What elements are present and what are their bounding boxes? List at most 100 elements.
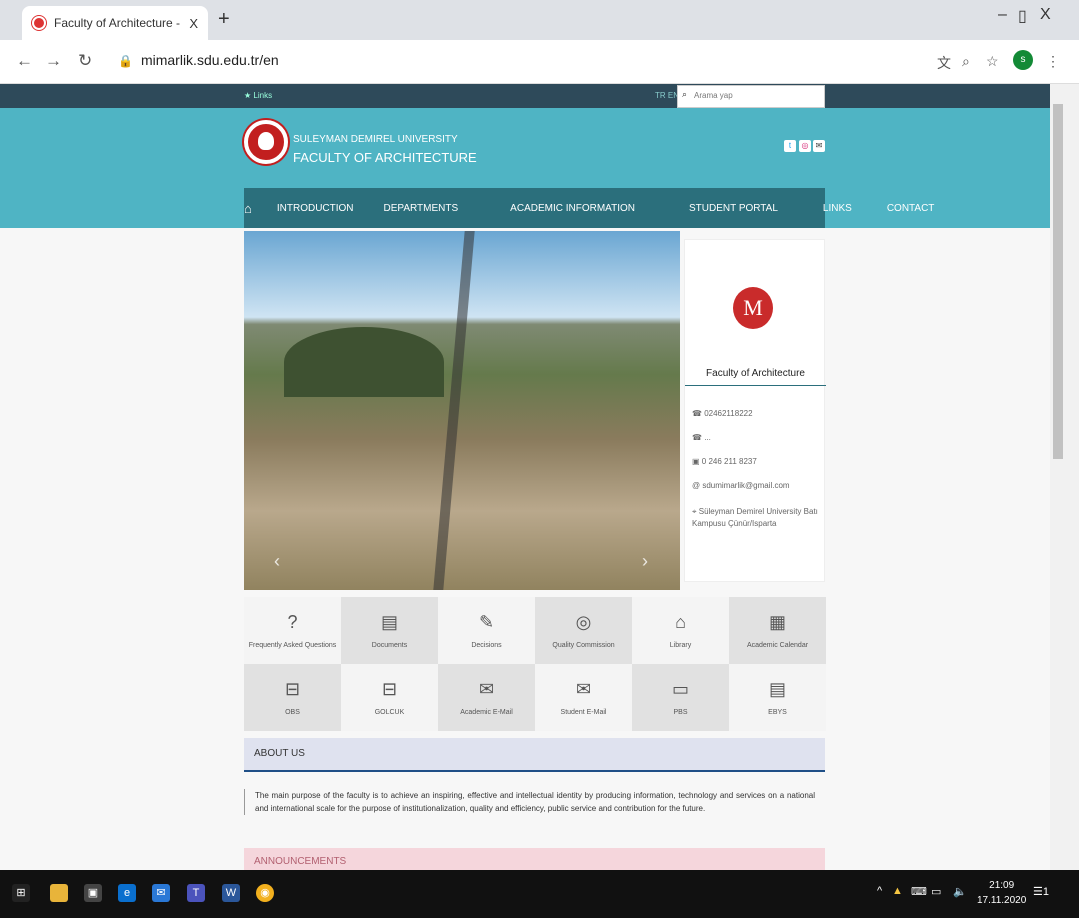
page-scrollbar[interactable] [1050,84,1079,870]
slider-next-icon[interactable]: › [642,551,648,572]
browser-menu-icon[interactable]: ⋮ [1046,53,1060,70]
calendar-icon: ▦ [768,612,786,632]
quick-link-label: Frequently Asked Questions [248,642,337,649]
question-icon: ? [287,612,298,632]
phone-icon: ☎ [692,409,705,418]
email-address[interactable]: sdumimarlik@gmail.com [702,481,789,490]
browser-tab[interactable]: Faculty of Architecture - Süleyma X [22,6,208,40]
decisions-icon: ✎ [478,612,495,632]
quick-link-frequently-asked-questions[interactable]: ? Frequently Asked Questions [244,597,341,664]
obs-icon: ⊟ [284,679,301,699]
twitter-icon[interactable]: t [784,140,796,152]
links-text: Links [253,91,273,100]
edge-icon[interactable]: e [118,884,136,902]
minimize-window-icon[interactable]: – [998,6,1007,24]
clock-time: 21:09 [989,880,1015,891]
quick-link-label: Library [669,642,692,649]
store-icon[interactable]: ▣ [84,884,102,902]
translate-icon[interactable]: 文 [937,53,951,73]
nav-departments[interactable]: DEPARTMENTS [384,203,459,214]
mail-icon[interactable]: ✉ [152,884,170,902]
search-input[interactable]: ⌕ Arama yap [677,85,825,108]
links-label[interactable]: ★ Links [244,91,272,100]
address-bar[interactable]: 🔒 mimarlik.sdu.edu.tr/en [118,52,279,68]
teams-icon[interactable]: T [187,884,205,902]
profile-avatar[interactable]: s [1013,50,1033,70]
quick-link-label: Documents [371,642,408,649]
top-utility-bar: ★ Links TR EN ⌕ Arama yap [0,84,1050,108]
nav-student-portal[interactable]: STUDENT PORTAL [689,203,778,214]
phone2-number: ... [704,433,711,442]
quick-link-academic-calendar[interactable]: ▦ Academic Calendar [729,597,826,664]
quick-link-student-e-mail[interactable]: ✉ Student E-Mail [535,664,632,731]
new-tab-button[interactable]: + [218,8,230,31]
university-logo-icon[interactable] [244,120,288,164]
tab-close-icon[interactable]: X [189,16,198,31]
close-window-icon[interactable]: X [1040,6,1051,24]
quick-link-obs[interactable]: ⊟ OBS [244,664,341,731]
notification-center-icon[interactable]: ☰1 [1033,885,1049,898]
quick-link-label: PBS [673,709,688,716]
ebys-icon: ▤ [768,679,786,699]
nav-academic-information[interactable]: ACADEMIC INFORMATION [510,203,635,214]
security-icon[interactable]: ▲ [892,885,903,897]
quick-link-label: Student E-Mail [560,709,607,716]
info-divider [685,385,826,386]
instagram-icon[interactable]: ◎ [799,140,811,152]
nav-links[interactable]: LINKS [823,203,852,214]
tab-title: Faculty of Architecture - Süleyma [54,16,183,30]
faculty-logo-icon: M [733,287,773,329]
volume-icon[interactable]: 🔈 [953,885,967,898]
quick-link-library[interactable]: ⌂ Library [632,597,729,664]
campus-photo-slider[interactable]: ‹ › [244,231,680,590]
quality-icon: ◎ [575,612,592,632]
quick-link-label: Academic E-Mail [460,709,513,716]
keyboard-icon[interactable]: ⌨ [911,885,927,898]
chrome-icon[interactable]: ◉ [256,884,274,902]
quick-link-golcuk[interactable]: ⊟ GOLCUK [341,664,438,731]
search-icon: ⌕ [682,89,688,99]
fax-number: 0 246 211 8237 [701,457,757,466]
lock-icon: 🔒 [118,54,133,68]
search-placeholder: Arama yap [694,91,733,100]
clock-date: 17.11.2020 [977,895,1027,906]
back-icon[interactable]: ← [16,51,33,71]
site-header: SULEYMAN DEMIREL UNIVERSITY FACULTY OF A… [0,108,1050,228]
email-icon[interactable]: ✉ [813,140,825,152]
reload-icon[interactable]: ↻ [78,51,92,71]
quick-link-ebys[interactable]: ▤ EBYS [729,664,826,731]
quick-link-label: Decisions [471,642,502,649]
nav-introduction[interactable]: INTRODUCTION [277,203,354,214]
start-icon[interactable]: ⊞ [12,884,30,902]
quick-link-academic-e-mail[interactable]: ✉ Academic E-Mail [438,664,535,731]
phone-number[interactable]: 02462118222 [704,409,752,418]
email-row: @ sdumimarlik@gmail.com [692,481,822,490]
notification-count: 1 [1042,886,1049,898]
forward-icon[interactable]: → [45,51,62,71]
quick-link-decisions[interactable]: ✎ Decisions [438,597,535,664]
golcuk-icon: ⊟ [381,679,398,699]
university-name: SULEYMAN DEMIREL UNIVERSITY [293,134,458,145]
fax-row: ▣ 0 246 211 8237 [692,457,822,466]
zoom-icon[interactable]: ⌕ [962,53,970,70]
quick-link-quality-commission[interactable]: ◎ Quality Commission [535,597,632,664]
bookmark-star-icon[interactable]: ☆ [986,53,999,70]
file-explorer-icon[interactable] [50,884,68,902]
word-icon[interactable]: W [222,884,240,902]
tray-chevron-icon[interactable]: ^ [877,885,882,897]
scrollbar-thumb[interactable] [1053,104,1063,459]
nav-contact[interactable]: CONTACT [887,203,935,214]
slider-prev-icon[interactable]: ‹ [274,551,280,572]
site-favicon-icon [32,16,46,30]
restore-window-icon[interactable]: ▯ [1018,6,1027,26]
language-switcher[interactable]: TR EN [655,91,679,100]
network-icon[interactable]: ▭ [931,885,941,898]
quick-link-pbs[interactable]: ▭ PBS [632,664,729,731]
student-mail-icon: ✉ [575,679,592,699]
quick-link-documents[interactable]: ▤ Documents [341,597,438,664]
browser-tab-strip: Faculty of Architecture - Süleyma X + – … [0,0,1079,40]
system-clock[interactable]: 21:09 17.11.2020 [977,878,1026,908]
home-icon[interactable]: ⌂ [244,201,252,216]
faculty-name: FACULTY OF ARCHITECTURE [293,150,477,165]
documents-icon: ▤ [380,612,398,632]
